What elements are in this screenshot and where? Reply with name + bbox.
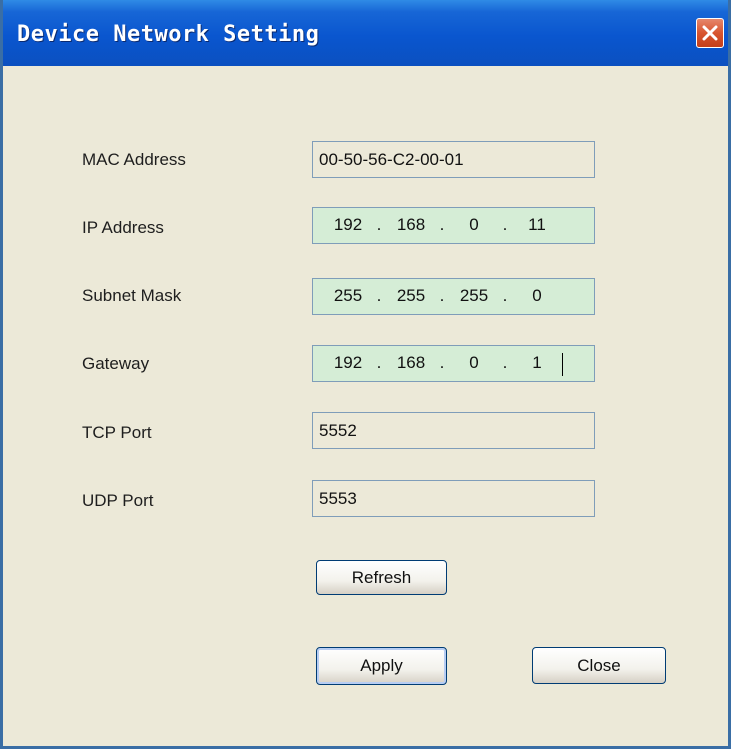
tcp-port-field[interactable]: 5552 — [312, 412, 595, 449]
ip-octet-4[interactable]: 11 — [517, 215, 557, 235]
gateway-octet-4[interactable]: 1 — [517, 353, 557, 373]
ip-separator: . — [439, 286, 445, 305]
close-button-label: Close — [577, 655, 621, 675]
gateway-octet-1[interactable]: 192 — [328, 353, 368, 373]
ip-octet-3[interactable]: 0 — [454, 215, 494, 235]
ip-octet-1[interactable]: 192 — [328, 215, 368, 235]
tcp-port-value: 5552 — [319, 420, 357, 440]
udp-port-value: 5553 — [319, 488, 357, 508]
ip-separator: . — [502, 286, 508, 305]
ip-address-field[interactable]: 192 . 168 . 0 . 11 — [312, 207, 595, 244]
ip-separator: . — [502, 215, 508, 234]
mac-address-field[interactable]: 00-50-56-C2-00-01 — [312, 141, 595, 178]
close-button[interactable]: Close — [532, 647, 666, 684]
subnet-octet-1[interactable]: 255 — [328, 286, 368, 306]
subnet-octet-2[interactable]: 255 — [391, 286, 431, 306]
dialog-window: Device Network Setting MAC Address 00-50… — [0, 0, 731, 749]
ip-separator: . — [439, 353, 445, 372]
subnet-mask-field[interactable]: 255 . 255 . 255 . 0 — [312, 278, 595, 315]
ip-address-label: IP Address — [82, 218, 164, 237]
ip-separator: . — [502, 353, 508, 372]
udp-port-label: UDP Port — [82, 491, 154, 510]
apply-button-label: Apply — [360, 656, 403, 675]
udp-port-field[interactable]: 5553 — [312, 480, 595, 517]
ip-separator: . — [376, 286, 382, 305]
mac-address-label: MAC Address — [82, 150, 186, 169]
refresh-button[interactable]: Refresh — [316, 560, 447, 595]
title-bar[interactable]: Device Network Setting — [3, 0, 728, 66]
gateway-octet-3[interactable]: 0 — [454, 353, 494, 373]
ip-octet-2[interactable]: 168 — [391, 215, 431, 235]
apply-button[interactable]: Apply — [316, 647, 447, 685]
ip-separator: . — [439, 215, 445, 234]
window-title: Device Network Setting — [17, 22, 320, 47]
title-close-button[interactable] — [696, 18, 724, 48]
subnet-octet-3[interactable]: 255 — [454, 286, 494, 306]
ip-separator: . — [376, 215, 382, 234]
subnet-mask-label: Subnet Mask — [82, 286, 182, 305]
gateway-label: Gateway — [82, 354, 150, 373]
text-caret — [562, 353, 563, 376]
subnet-octet-4[interactable]: 0 — [517, 286, 557, 306]
refresh-button-label: Refresh — [351, 567, 412, 587]
close-icon — [702, 25, 718, 41]
gateway-field[interactable]: 192 . 168 . 0 . 1 — [312, 345, 595, 382]
ip-separator: . — [376, 353, 382, 372]
gateway-octet-2[interactable]: 168 — [391, 353, 431, 373]
tcp-port-label: TCP Port — [82, 423, 152, 442]
mac-address-value: 00-50-56-C2-00-01 — [319, 149, 464, 169]
